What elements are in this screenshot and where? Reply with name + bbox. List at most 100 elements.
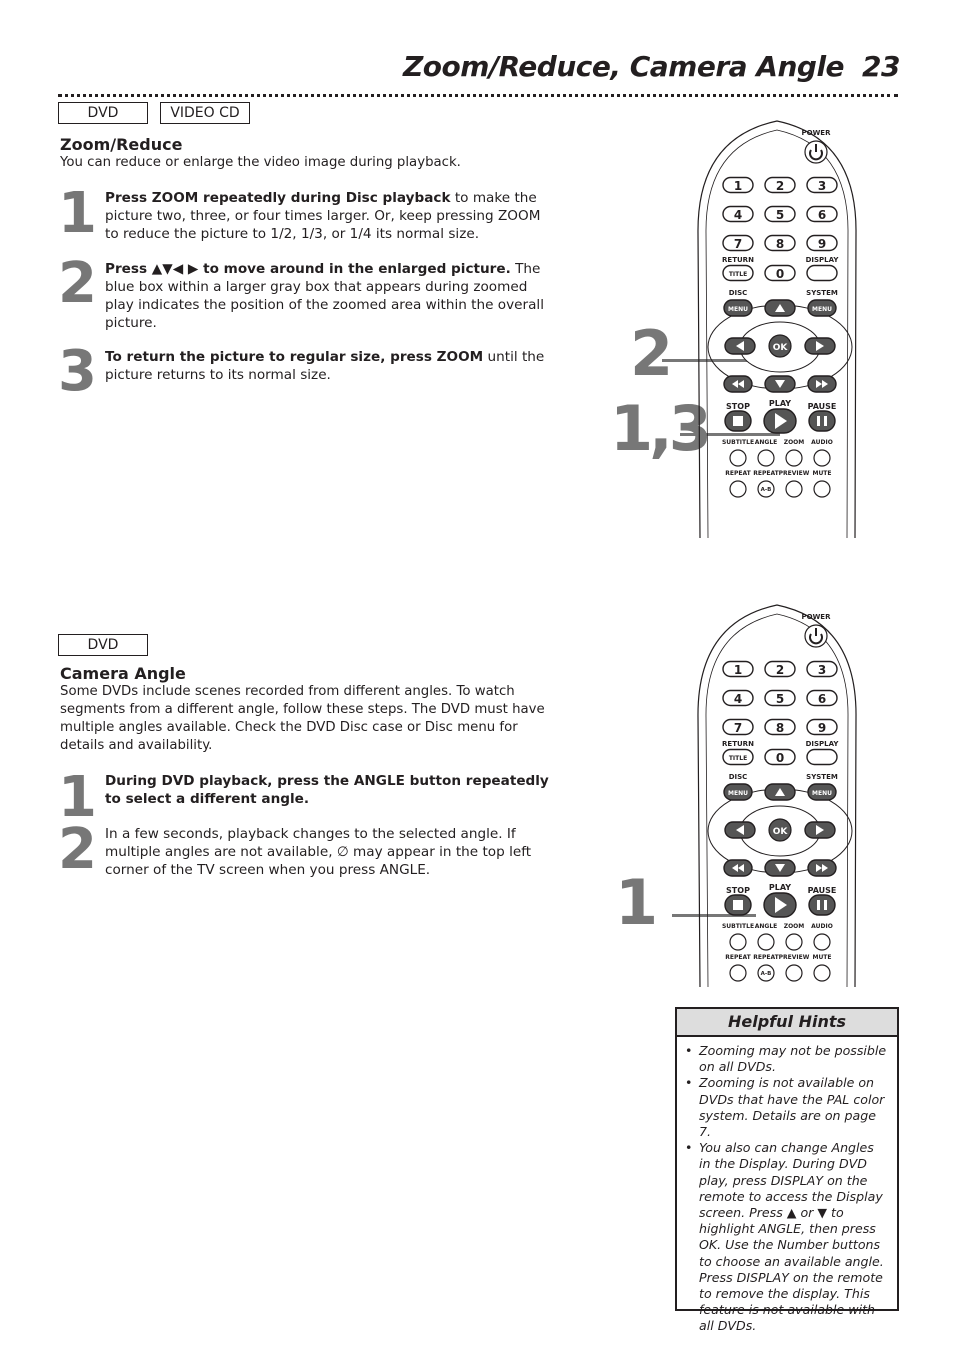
- function-label: AUDIO: [811, 923, 833, 930]
- digit-label: 2: [776, 663, 784, 677]
- function-label: REPEAT: [753, 470, 779, 477]
- section-intro-angle: Some DVDs include scenes recorded from d…: [60, 684, 545, 753]
- function-label: REPEAT: [753, 954, 779, 961]
- pause-icon: [817, 900, 820, 910]
- display-label: DISPLAY: [806, 740, 840, 748]
- ab-label: A-B: [761, 971, 772, 977]
- digit-label: 7: [734, 237, 742, 251]
- function-button: [813, 449, 831, 467]
- page-title: Zoom/Reduce, Camera Angle 23: [300, 50, 901, 83]
- function-button: [785, 933, 803, 951]
- digit-label: 2: [776, 179, 784, 193]
- stop-icon: [733, 416, 743, 426]
- power-label: POWER: [802, 129, 832, 137]
- ok-label: OK: [773, 343, 789, 353]
- pause-icon: [824, 900, 827, 910]
- step-text: In a few seconds, playback changes to th…: [105, 825, 555, 879]
- function-button: [813, 933, 831, 951]
- pause-button: [808, 894, 836, 916]
- hint-item: Zooming may not be possible on all DVDs.: [685, 1043, 889, 1075]
- remote-svg: POWER 1 2 3 4 5 6 7 8 9 RETURN DISPLAY TITLE 0 DISC SYS…: [697, 120, 857, 539]
- function-label: REPEAT: [725, 954, 751, 961]
- disc-type-tag-vcd: VIDEO CD: [160, 102, 250, 124]
- system-label: SYSTEM: [806, 289, 838, 297]
- function-button: [729, 933, 747, 951]
- helpful-hints-title: Helpful Hints: [677, 1009, 897, 1037]
- pause-icon: [824, 416, 827, 426]
- page-number: 23: [862, 50, 900, 83]
- function-button: [757, 449, 775, 467]
- function-button: [729, 964, 747, 982]
- menu-label: MENU: [728, 306, 748, 313]
- disc-label: DISC: [729, 289, 748, 297]
- hint-item: You also can change Angles in the Displa…: [685, 1140, 889, 1334]
- digit-label: 5: [776, 692, 784, 706]
- step-bold: Press ZOOM repeatedly during Disc playba…: [105, 190, 451, 206]
- return-label: RETURN: [722, 256, 754, 264]
- title-label: TITLE: [729, 271, 747, 278]
- pause-label: PAUSE: [808, 886, 837, 895]
- step-number: 3: [58, 339, 97, 404]
- step-text: Press ▲▼◀ ▶ to move around in the enlarg…: [105, 260, 555, 332]
- step-body: In a few seconds, playback changes to th…: [105, 826, 532, 878]
- ok-label: OK: [773, 827, 789, 837]
- function-label: PREVIEW: [779, 470, 810, 477]
- digit-label: 9: [818, 721, 826, 735]
- hints-list: Zooming may not be possible on all DVDs.…: [677, 1037, 897, 1335]
- highlighted-button: [757, 933, 775, 951]
- digit-label: 0: [776, 267, 784, 281]
- function-label: AUDIO: [811, 439, 833, 446]
- digit-label: 3: [818, 663, 826, 677]
- remote-illustration-zoom: POWER 1 2 3 4 5 6 7 8 9 RETURN DISPLAY TITLE 0 DISC SYS…: [695, 113, 860, 539]
- digit-label: 5: [776, 208, 784, 222]
- display-label: DISPLAY: [806, 256, 840, 264]
- play-label: PLAY: [769, 399, 791, 408]
- return-label: RETURN: [722, 740, 754, 748]
- ab-label: A-B: [761, 487, 772, 493]
- display-button: [806, 264, 838, 282]
- digit-label: 9: [818, 237, 826, 251]
- title-label: TITLE: [729, 755, 747, 762]
- dotted-divider: [58, 94, 898, 97]
- step-bold: During DVD playback, press the ANGLE but…: [105, 773, 549, 807]
- function-label: ANGLE: [755, 439, 778, 446]
- digit-label: 1: [734, 663, 742, 677]
- digit-label: 3: [818, 179, 826, 193]
- step-text: Press ZOOM repeatedly during Disc playba…: [105, 189, 555, 243]
- digit-label: 1: [734, 179, 742, 193]
- function-label: ZOOM: [784, 923, 805, 930]
- hint-item: Zooming is not available on DVDs that ha…: [685, 1075, 889, 1140]
- pause-label: PAUSE: [808, 402, 837, 411]
- function-label: ZOOM: [784, 439, 805, 446]
- function-button: [729, 480, 747, 498]
- function-label: ANGLE: [755, 923, 778, 930]
- digit-label: 4: [734, 208, 742, 222]
- function-label: MUTE: [812, 470, 831, 477]
- menu-label: MENU: [812, 306, 832, 313]
- function-button: [785, 964, 803, 982]
- section-heading-zoom: Zoom/Reduce: [60, 135, 183, 154]
- section-intro-zoom: You can reduce or enlarge the video imag…: [60, 155, 461, 170]
- function-button: [813, 964, 831, 982]
- disc-type-tag-dvd: DVD: [58, 102, 148, 124]
- function-button: [813, 480, 831, 498]
- function-button: [785, 480, 803, 498]
- digit-label: 0: [776, 751, 784, 765]
- step-number: 2: [58, 251, 97, 316]
- digit-label: 4: [734, 692, 742, 706]
- step-bold: To return the picture to regular size, p…: [105, 349, 484, 365]
- remote-svg: POWER 1 2 3 4 5 6 7 8 9 RETURN DISPLAY TITLE 0 DISC SYS…: [697, 604, 857, 988]
- function-label: SUBTITLE: [722, 439, 754, 446]
- helpful-hints-box: Helpful Hints Zooming may not be possibl…: [675, 1007, 899, 1333]
- page-title-text: Zoom/Reduce, Camera Angle: [402, 50, 845, 83]
- remote-illustration-angle: POWER 1 2 3 4 5 6 7 8 9 RETURN DISPLAY TITLE 0 DISC SYS…: [695, 597, 860, 988]
- stop-label: STOP: [726, 402, 750, 411]
- function-button: [729, 449, 747, 467]
- function-label: PREVIEW: [779, 954, 810, 961]
- power-label: POWER: [802, 613, 832, 621]
- menu-label: MENU: [812, 790, 832, 797]
- disc-label: DISC: [729, 773, 748, 781]
- digit-label: 8: [776, 237, 784, 251]
- stop-label: STOP: [726, 886, 750, 895]
- section-heading-angle: Camera Angle: [60, 664, 186, 683]
